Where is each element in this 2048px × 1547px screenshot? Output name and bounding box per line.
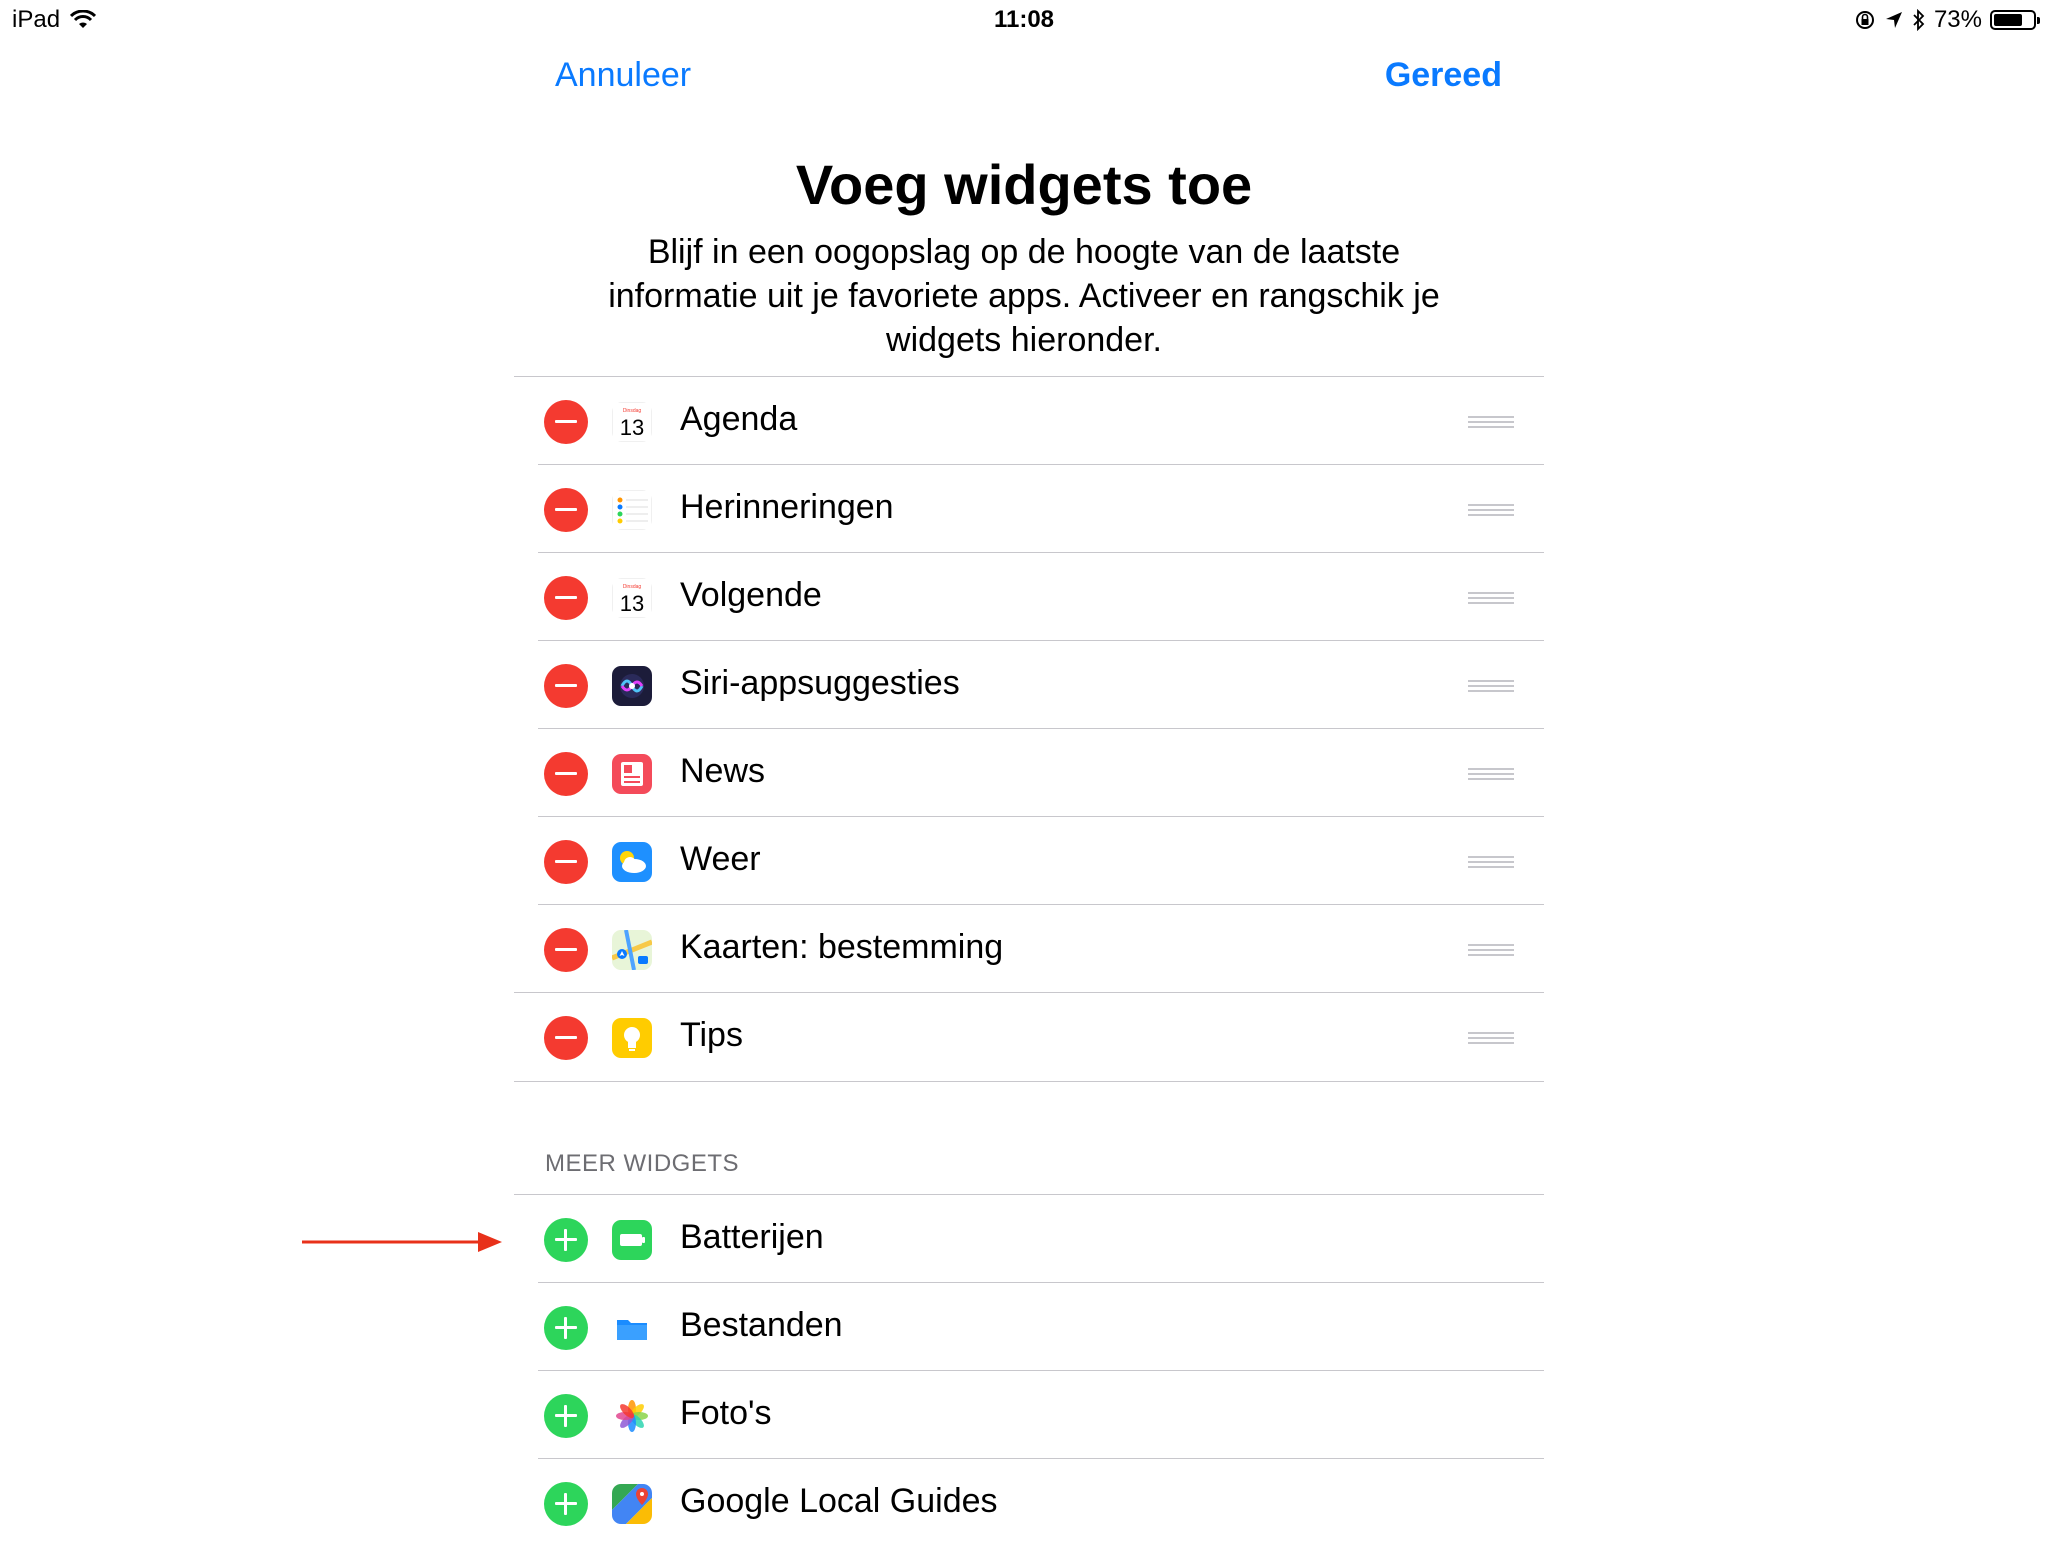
bluetooth-icon xyxy=(1913,9,1925,31)
remove-widget-button[interactable] xyxy=(544,840,588,884)
widget-row-weer: Weer xyxy=(514,817,1544,905)
reorder-handle[interactable] xyxy=(1468,504,1514,516)
remove-widget-button[interactable] xyxy=(544,752,588,796)
remove-widget-button[interactable] xyxy=(544,1016,588,1060)
done-button[interactable]: Gereed xyxy=(1385,56,1502,95)
reorder-handle[interactable] xyxy=(1468,856,1514,868)
siri-icon xyxy=(612,666,652,706)
rotation-lock-icon xyxy=(1855,11,1874,29)
widget-row-herinneringen: Herinneringen xyxy=(514,465,1544,553)
calendar-day-label: Dinsdag xyxy=(623,408,642,414)
add-widget-button[interactable] xyxy=(544,1306,588,1350)
status-time: 11:08 xyxy=(993,6,1055,33)
news-icon xyxy=(612,754,652,794)
photos-icon xyxy=(612,1396,652,1436)
widget-row-fotos: Foto's xyxy=(514,1371,1544,1459)
battery-icon xyxy=(1990,10,2040,30)
widget-label: Bestanden xyxy=(680,1306,843,1344)
add-widget-button[interactable] xyxy=(544,1394,588,1438)
remove-widget-button[interactable] xyxy=(544,664,588,708)
tips-icon xyxy=(612,1018,652,1058)
remove-widget-button[interactable] xyxy=(544,488,588,532)
status-right: 73% xyxy=(1854,6,2040,34)
widget-label: News xyxy=(680,752,766,790)
calendar-date: 13 xyxy=(620,415,644,440)
reorder-handle[interactable] xyxy=(1468,944,1514,956)
widget-label: Volgende xyxy=(680,576,822,614)
widget-row-siri: Siri-appsuggesties xyxy=(514,641,1544,729)
add-widget-button[interactable] xyxy=(544,1482,588,1526)
widget-label: Google Local Guides xyxy=(680,1482,998,1520)
google-maps-icon xyxy=(612,1484,652,1524)
maps-icon xyxy=(612,930,652,970)
widget-row-news: News xyxy=(514,729,1544,817)
reorder-handle[interactable] xyxy=(1468,768,1514,780)
widget-row-agenda: Dinsdag 13 Agenda xyxy=(514,377,1544,465)
widget-row-tips: Tips xyxy=(514,993,1544,1081)
remove-widget-button[interactable] xyxy=(544,400,588,444)
widget-label: Weer xyxy=(680,840,761,878)
battery-percent: 73% xyxy=(1933,6,1982,33)
calendar-icon: Dinsdag 13 xyxy=(612,578,652,618)
page-title: Voeg widgets toe xyxy=(795,153,1253,216)
weather-icon xyxy=(612,842,652,882)
files-icon xyxy=(612,1308,652,1348)
widget-row-batterijen: Batterijen xyxy=(514,1195,1544,1283)
widget-row-bestanden: Bestanden xyxy=(514,1283,1544,1371)
widget-row-google-local-guides: Google Local Guides xyxy=(514,1459,1544,1547)
widget-label: Foto's xyxy=(680,1394,772,1432)
calendar-icon: Dinsdag 13 xyxy=(612,402,652,442)
widget-row-volgende: Dinsdag 13 Volgende xyxy=(514,553,1544,641)
widget-label: Herinneringen xyxy=(680,488,894,526)
status-bar: iPad 11:08 73% xyxy=(0,0,2048,40)
calendar-date: 13 xyxy=(620,591,644,616)
list-bottom-divider xyxy=(514,1081,1544,1082)
battery-widget-icon xyxy=(612,1220,652,1260)
widget-row-kaarten: Kaarten: bestemming xyxy=(514,905,1544,993)
reorder-handle[interactable] xyxy=(1468,592,1514,604)
add-widget-button[interactable] xyxy=(544,1218,588,1262)
calendar-day-label: Dinsdag xyxy=(623,584,642,590)
widget-label: Agenda xyxy=(680,400,798,438)
location-icon xyxy=(1885,12,1902,28)
reorder-handle[interactable] xyxy=(1468,416,1514,428)
widget-label: Batterijen xyxy=(680,1218,824,1256)
reorder-handle[interactable] xyxy=(1468,1032,1514,1044)
reorder-handle[interactable] xyxy=(1468,680,1514,692)
reminders-icon xyxy=(612,490,652,530)
widget-label: Tips xyxy=(680,1016,743,1054)
cancel-button[interactable]: Annuleer xyxy=(555,56,691,95)
widget-label: Siri-appsuggesties xyxy=(680,664,960,702)
remove-widget-button[interactable] xyxy=(544,576,588,620)
widget-label: Kaarten: bestemming xyxy=(680,928,1004,966)
red-arrow-annotation xyxy=(302,1232,502,1252)
remove-widget-button[interactable] xyxy=(544,928,588,972)
page-description: Blijf in een oogopslag op de hoogte van … xyxy=(608,233,1440,359)
more-widgets-header: MEER WIDGETS xyxy=(545,1150,740,1177)
